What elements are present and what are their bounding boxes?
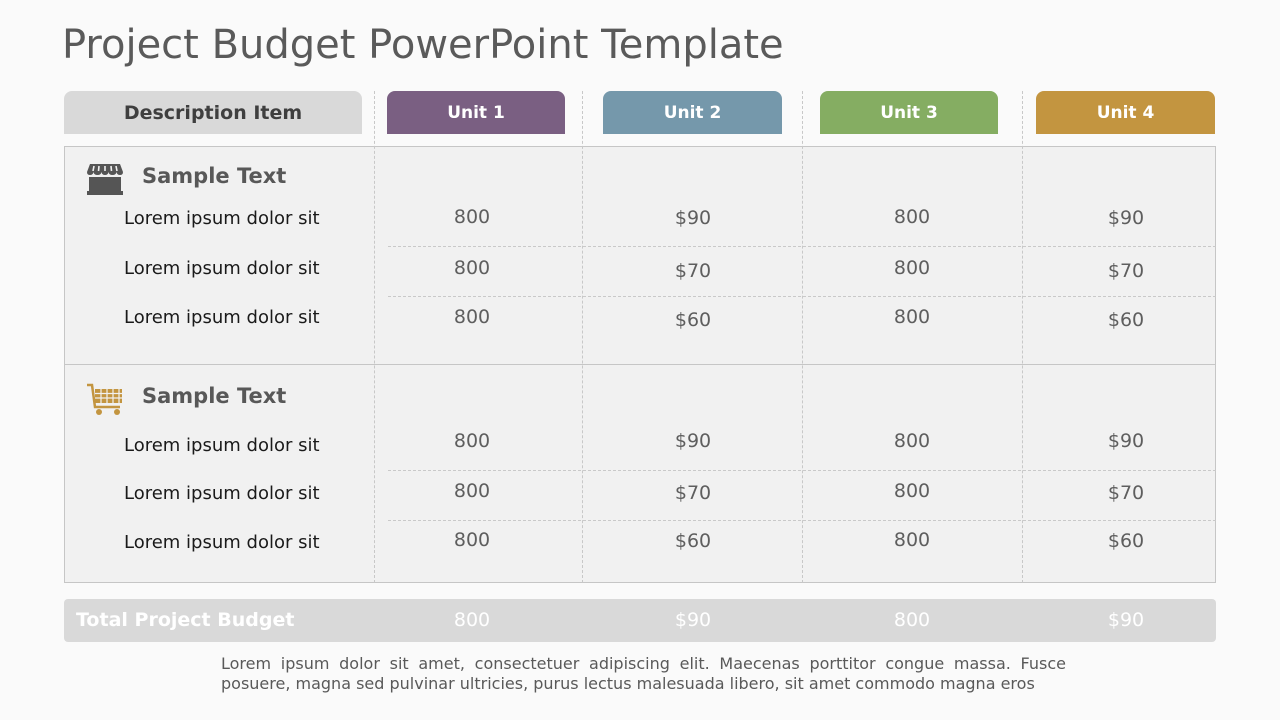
footer-text: Lorem ipsum dolor sit amet, consectetuer… [221, 654, 1066, 693]
row-label: Lorem ipsum dolor sit [124, 307, 320, 328]
column-divider [802, 91, 803, 583]
cell-value: $60 [674, 530, 712, 552]
column-divider [374, 91, 375, 583]
cell-value: $90 [1107, 430, 1145, 452]
store-icon [87, 164, 123, 195]
total-value: 800 [453, 609, 491, 631]
cell-value: $60 [1107, 309, 1145, 331]
cell-value: 800 [893, 306, 931, 328]
unit-3-header: Unit 3 [820, 91, 998, 134]
cell-value: 800 [453, 206, 491, 228]
cell-value: $90 [674, 430, 712, 452]
cell-value: 800 [453, 257, 491, 279]
cell-value: $70 [674, 260, 712, 282]
total-label: Total Project Budget [76, 609, 295, 631]
unit-2-header: Unit 2 [603, 91, 782, 134]
column-divider [1022, 91, 1023, 583]
row-divider [388, 246, 1216, 247]
cell-value: $70 [1107, 482, 1145, 504]
shopping-cart-icon [87, 383, 122, 415]
row-label: Lorem ipsum dolor sit [124, 435, 320, 456]
total-value: $90 [1107, 609, 1145, 631]
cell-value: $60 [1107, 530, 1145, 552]
row-divider [388, 520, 1216, 521]
section-heading: Sample Text [142, 164, 287, 188]
total-value: 800 [893, 609, 931, 631]
row-label: Lorem ipsum dolor sit [124, 532, 320, 553]
row-label: Lorem ipsum dolor sit [124, 483, 320, 504]
cell-value: 800 [893, 257, 931, 279]
row-label: Lorem ipsum dolor sit [124, 258, 320, 279]
unit-4-header: Unit 4 [1036, 91, 1215, 134]
cell-value: 800 [453, 306, 491, 328]
slide-title: Project Budget PowerPoint Template [62, 22, 784, 68]
row-divider [388, 470, 1216, 471]
cell-value: $70 [674, 482, 712, 504]
cell-value: 800 [453, 430, 491, 452]
cell-value: $90 [674, 207, 712, 229]
cell-value: 800 [893, 480, 931, 502]
cell-value: 800 [893, 430, 931, 452]
cell-value: 800 [893, 529, 931, 551]
row-label: Lorem ipsum dolor sit [124, 208, 320, 229]
cell-value: 800 [453, 529, 491, 551]
cell-value: 800 [893, 206, 931, 228]
section-heading: Sample Text [142, 384, 287, 408]
cell-value: $70 [1107, 260, 1145, 282]
cell-value: 800 [453, 480, 491, 502]
unit-1-header: Unit 1 [387, 91, 565, 134]
column-divider [582, 91, 583, 583]
cell-value: $60 [674, 309, 712, 331]
total-value: $90 [674, 609, 712, 631]
cell-value: $90 [1107, 207, 1145, 229]
description-item-header: Description Item [64, 91, 362, 134]
row-divider [388, 296, 1216, 297]
